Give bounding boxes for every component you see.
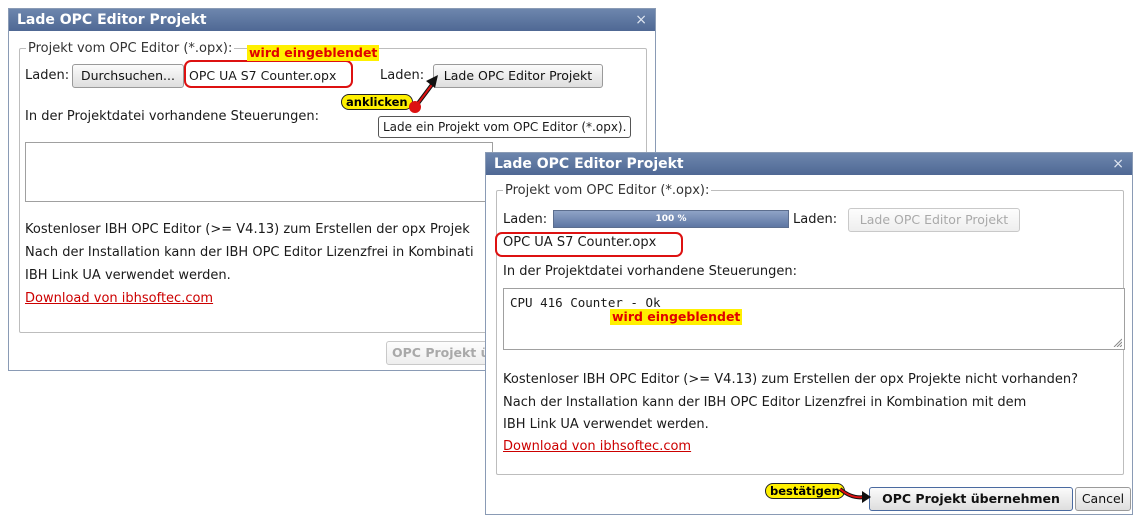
close-icon[interactable]: × bbox=[635, 9, 647, 31]
back-file-name-highlight-ring bbox=[184, 60, 353, 88]
back-accept-button[interactable]: OPC Projekt ü bbox=[386, 341, 491, 365]
front-load-project-button[interactable]: Lade OPC Editor Projekt bbox=[848, 208, 1020, 232]
front-dialog: Lade OPC Editor Projekt × Projekt vom OP… bbox=[485, 152, 1133, 515]
back-controllers-label: In der Projektdatei vorhandene Steuerung… bbox=[25, 109, 319, 124]
front-download-link[interactable]: Download von ibhsoftec.com bbox=[503, 439, 691, 454]
back-laden-label-1: Laden: bbox=[25, 68, 70, 83]
back-project-legend: Projekt vom OPC Editor (*.opx): bbox=[28, 41, 233, 56]
confirm-arrow-graphic bbox=[838, 487, 871, 503]
front-laden-label-2: Laden: bbox=[793, 212, 838, 227]
load-progress-bar: 100 % bbox=[553, 210, 789, 228]
front-info-line-1: Kostenloser IBH OPC Editor (>= V4.13) zu… bbox=[503, 372, 1079, 387]
front-file-name-highlight-ring bbox=[495, 232, 683, 257]
annotation-confirm: bestätigen bbox=[765, 483, 845, 499]
controllers-value: CPU 416 Counter - Ok bbox=[510, 295, 661, 310]
back-load-project-button[interactable]: Lade OPC Editor Projekt bbox=[433, 64, 603, 88]
front-dialog-title: Lade OPC Editor Projekt bbox=[494, 156, 684, 172]
back-dialog-titlebar[interactable]: Lade OPC Editor Projekt × bbox=[9, 9, 655, 31]
front-info-line-2: Nach der Installation kann der IBH OPC E… bbox=[503, 395, 1027, 410]
close-icon[interactable]: × bbox=[1112, 153, 1124, 175]
browse-button[interactable]: Durchsuchen... bbox=[72, 64, 184, 88]
front-controllers-textarea[interactable]: CPU 416 Counter - Ok bbox=[503, 288, 1125, 350]
back-info-line-1: Kostenloser IBH OPC Editor (>= V4.13) zu… bbox=[25, 222, 470, 237]
front-dialog-titlebar[interactable]: Lade OPC Editor Projekt × bbox=[486, 153, 1132, 175]
annotation-shown-2: wird eingeblendet bbox=[610, 309, 743, 325]
back-controllers-textarea[interactable] bbox=[25, 142, 493, 202]
back-download-link[interactable]: Download von ibhsoftec.com bbox=[25, 291, 213, 306]
resize-grip-icon[interactable] bbox=[1112, 337, 1122, 347]
back-dialog-title: Lade OPC Editor Projekt bbox=[17, 12, 207, 28]
front-controllers-label: In der Projektdatei vorhandene Steuerung… bbox=[503, 264, 797, 279]
back-info-line-3: IBH Link UA verwendet werden. bbox=[25, 268, 231, 283]
back-info-line-2: Nach der Installation kann der IBH OPC E… bbox=[25, 245, 474, 260]
front-laden-label-1: Laden: bbox=[503, 212, 548, 227]
accept-project-button[interactable]: OPC Projekt übernehmen bbox=[869, 487, 1073, 511]
front-info-line-3: IBH Link UA verwendet werden. bbox=[503, 417, 709, 432]
load-progress-text: 100 % bbox=[655, 214, 687, 224]
front-project-legend: Projekt vom OPC Editor (*.opx): bbox=[505, 183, 710, 198]
click-arrow-graphic bbox=[409, 75, 438, 113]
annotation-shown-1: wird eingeblendet bbox=[247, 45, 380, 61]
cancel-button[interactable]: Cancel bbox=[1075, 487, 1131, 511]
